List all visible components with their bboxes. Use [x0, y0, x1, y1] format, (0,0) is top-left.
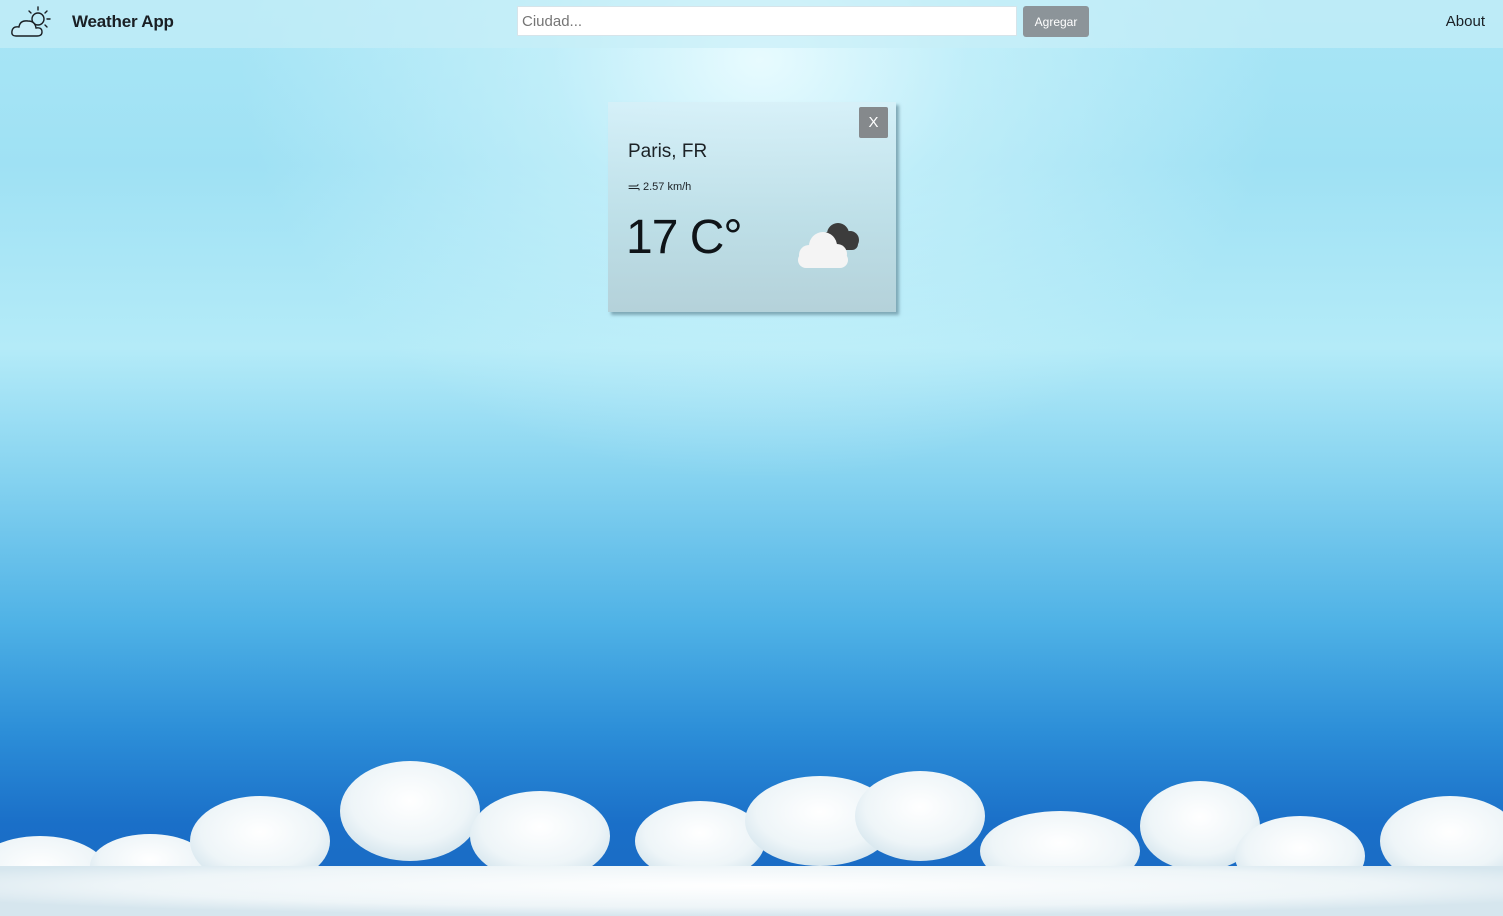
navbar: Weather App Agregar About — [0, 0, 1503, 48]
weather-card: X Paris, FR 2.57 km/h 17 C° — [608, 102, 896, 312]
wind-speed: 2.57 km/h — [628, 181, 691, 193]
wind-speed-value: 2.57 km/h — [643, 181, 692, 193]
close-card-button[interactable]: X — [859, 107, 888, 138]
about-link[interactable]: About — [1446, 13, 1485, 30]
city-search-input[interactable] — [517, 6, 1017, 36]
background-clouds — [0, 761, 1503, 916]
wind-icon — [628, 184, 640, 191]
add-city-button[interactable]: Agregar — [1023, 6, 1089, 37]
sun-cloud-icon[interactable] — [10, 5, 52, 39]
broken-clouds-icon — [798, 223, 859, 268]
brand-title[interactable]: Weather App — [72, 12, 174, 32]
temperature: 17 C° — [626, 211, 743, 264]
city-name: Paris, FR — [628, 141, 708, 162]
